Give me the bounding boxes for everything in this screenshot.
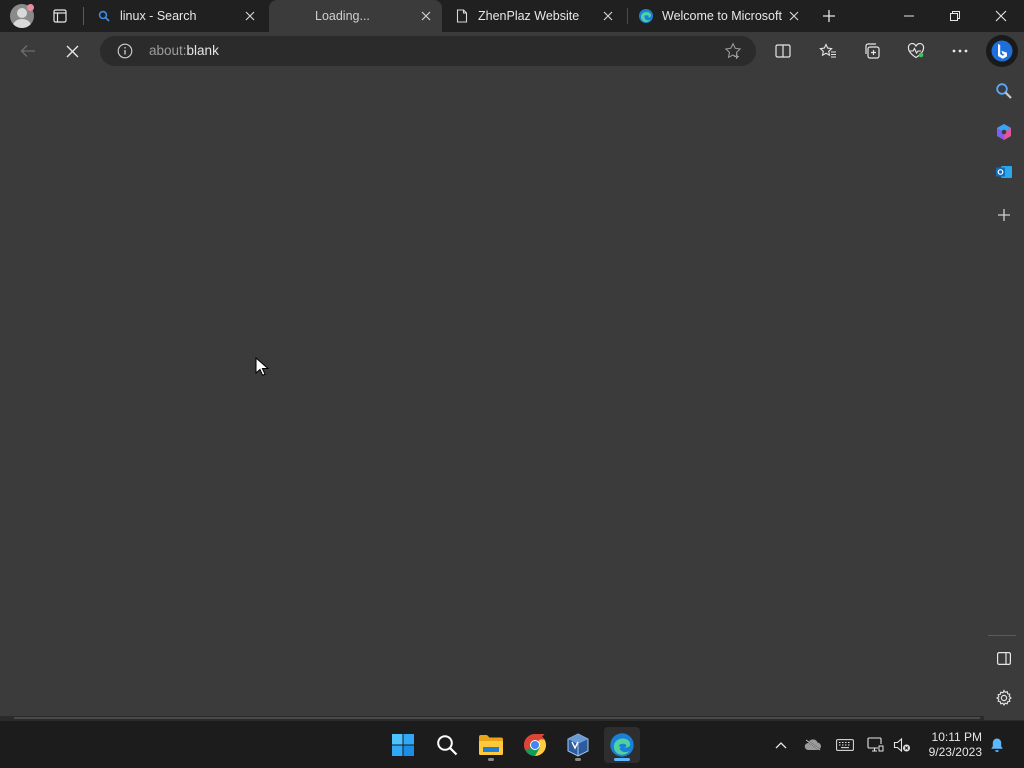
mouse-pointer-icon [255, 356, 270, 377]
favorites-icon [819, 43, 836, 58]
folder-icon [479, 735, 503, 755]
bell-icon [991, 738, 1003, 753]
close-icon [995, 10, 1007, 22]
page-icon [454, 8, 470, 24]
show-hidden-icons-button[interactable] [770, 733, 792, 757]
add-favorite-star-icon[interactable] [724, 42, 742, 60]
search-icon [96, 8, 112, 24]
clock-date: 9/23/2023 [928, 745, 982, 759]
title-bar: linux - Search Loading... ZhenPlaz Websi… [0, 0, 1024, 32]
running-indicator [575, 758, 581, 761]
sidebar-settings-button[interactable] [992, 686, 1016, 710]
edge-icon [610, 733, 634, 757]
close-icon [66, 45, 78, 57]
sidebar-add-button[interactable] [992, 203, 1016, 227]
settings-and-more-button[interactable] [945, 36, 975, 66]
taskbar-edge[interactable] [604, 727, 640, 763]
taskbar-virtualbox[interactable] [560, 727, 596, 763]
tab-title: linux - Search [120, 9, 197, 23]
split-screen-button[interactable] [768, 36, 798, 66]
volume-muted-icon [893, 737, 910, 753]
tab-actions-icon [53, 9, 67, 23]
tab-close-icon[interactable] [598, 6, 618, 26]
sidebar-microsoft365-button[interactable] [992, 120, 1016, 144]
cloud-offline-icon [804, 739, 821, 751]
active-indicator [614, 758, 630, 761]
address-bar[interactable]: about:blank [100, 36, 756, 66]
taskbar-clock[interactable]: 10:11 PM 9/23/2023 [920, 730, 982, 760]
back-arrow-icon [20, 45, 35, 57]
profile-notification-dot [27, 4, 34, 11]
url-path: blank [186, 43, 219, 58]
bing-icon [991, 40, 1013, 62]
edge-icon [638, 8, 654, 24]
keyboard-icon [836, 739, 854, 751]
notifications-button[interactable] [986, 733, 1008, 757]
windows-logo-icon [392, 734, 414, 756]
tab-strip-divider [83, 7, 84, 25]
scrollbar-thumb[interactable] [14, 717, 980, 719]
sidebar-divider [988, 635, 1016, 636]
collections-button[interactable] [857, 36, 887, 66]
stop-loading-button[interactable] [57, 36, 87, 66]
tab-title: Loading... [315, 9, 370, 23]
volume-tray-icon[interactable] [891, 733, 913, 757]
tab-close-icon[interactable] [784, 6, 804, 26]
taskbar-file-explorer[interactable] [473, 727, 509, 763]
virtualbox-icon [567, 733, 589, 757]
tab-actions-menu-button[interactable] [50, 6, 70, 26]
favorites-button[interactable] [813, 36, 843, 66]
back-button[interactable] [13, 36, 43, 66]
keyboard-tray-icon[interactable] [834, 733, 856, 757]
tab-linux-search[interactable]: linux - Search [86, 0, 266, 32]
url-text[interactable]: about:blank [149, 43, 219, 58]
start-button[interactable] [385, 727, 421, 763]
restore-icon [950, 11, 960, 21]
search-icon [437, 735, 458, 756]
tab-zhenplaz-website[interactable]: ZhenPlaz Website [444, 0, 624, 32]
sidebar-outlook-button[interactable] [992, 160, 1016, 184]
network-tray-icon[interactable] [865, 733, 887, 757]
onedrive-tray-icon[interactable] [802, 733, 824, 757]
gear-icon [995, 689, 1012, 707]
heart-pulse-icon [907, 43, 925, 59]
network-icon [867, 737, 884, 752]
tab-close-icon[interactable] [416, 6, 436, 26]
tab-title: Welcome to Microsoft [662, 9, 782, 23]
panel-icon [997, 651, 1011, 665]
info-icon[interactable] [117, 43, 133, 59]
plus-icon [823, 10, 835, 22]
chrome-icon [524, 734, 546, 756]
chevron-up-icon [775, 742, 787, 749]
more-icon [952, 49, 968, 53]
sidebar-search-button[interactable] [992, 79, 1016, 103]
url-scheme: about: [149, 43, 187, 58]
tab-close-icon[interactable] [240, 6, 260, 26]
tab-loading[interactable]: Loading... [269, 0, 442, 32]
bing-copilot-button[interactable] [986, 35, 1018, 67]
taskbar-search-button[interactable] [429, 727, 465, 763]
search-icon [996, 83, 1012, 99]
page-content-area[interactable] [0, 70, 984, 716]
tab-welcome-microsoft[interactable]: Welcome to Microsoft [628, 0, 810, 32]
clock-time: 10:11 PM [931, 730, 982, 744]
taskbar-chrome[interactable] [517, 727, 553, 763]
tab-favicon-placeholder [279, 8, 283, 24]
windows-taskbar: 10:11 PM 9/23/2023 [0, 720, 1024, 768]
minimize-icon [904, 15, 914, 17]
restore-button[interactable] [932, 0, 978, 32]
running-indicator [488, 758, 494, 761]
edge-sidebar [984, 70, 1024, 720]
outlook-icon [996, 166, 1012, 178]
collections-icon [865, 43, 880, 59]
split-screen-icon [775, 44, 791, 58]
minimize-button[interactable] [886, 0, 932, 32]
browser-essentials-button[interactable] [901, 36, 931, 66]
new-tab-button[interactable] [819, 6, 839, 26]
sidebar-hide-button[interactable] [992, 646, 1016, 670]
microsoft365-icon [997, 124, 1011, 140]
plus-icon [998, 209, 1010, 221]
tab-title: ZhenPlaz Website [478, 9, 580, 23]
close-window-button[interactable] [978, 0, 1024, 32]
